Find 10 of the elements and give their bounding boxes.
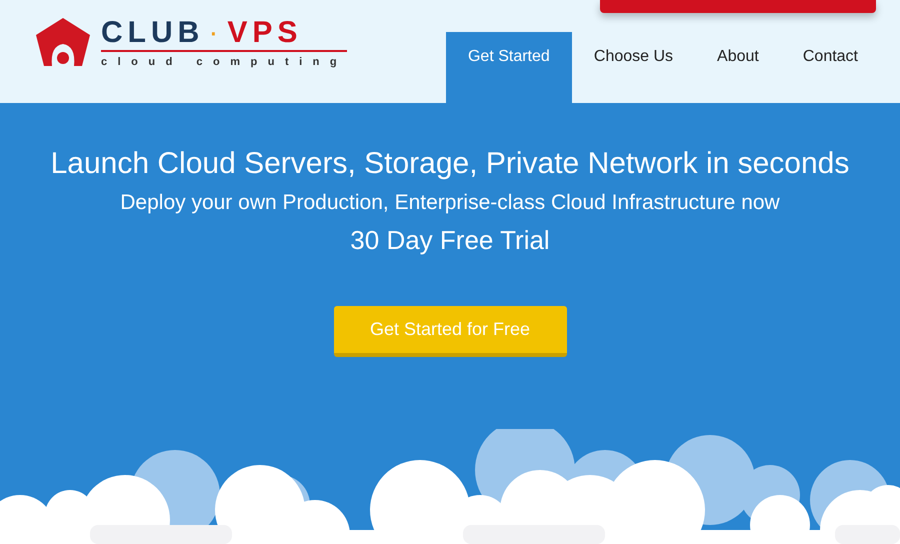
- nav-tab[interactable]: Contact: [780, 32, 880, 103]
- logo-name: CLUB·VPS: [101, 18, 348, 52]
- house-logo-icon: [36, 18, 91, 68]
- hero-subtitle: Deploy your own Production, Enterprise-class Cloud Infrastructure now: [120, 191, 780, 215]
- nav-tab[interactable]: About: [695, 32, 781, 103]
- nav-tab[interactable]: Get Started: [446, 32, 572, 103]
- nav-tab[interactable]: Choose Us: [572, 32, 696, 103]
- trial-offer: 30 Day Free Trial: [350, 225, 550, 256]
- hero-title: Launch Cloud Servers, Storage, Private Network in seconds: [50, 147, 850, 181]
- logo-tagline: cloud computing: [101, 56, 348, 68]
